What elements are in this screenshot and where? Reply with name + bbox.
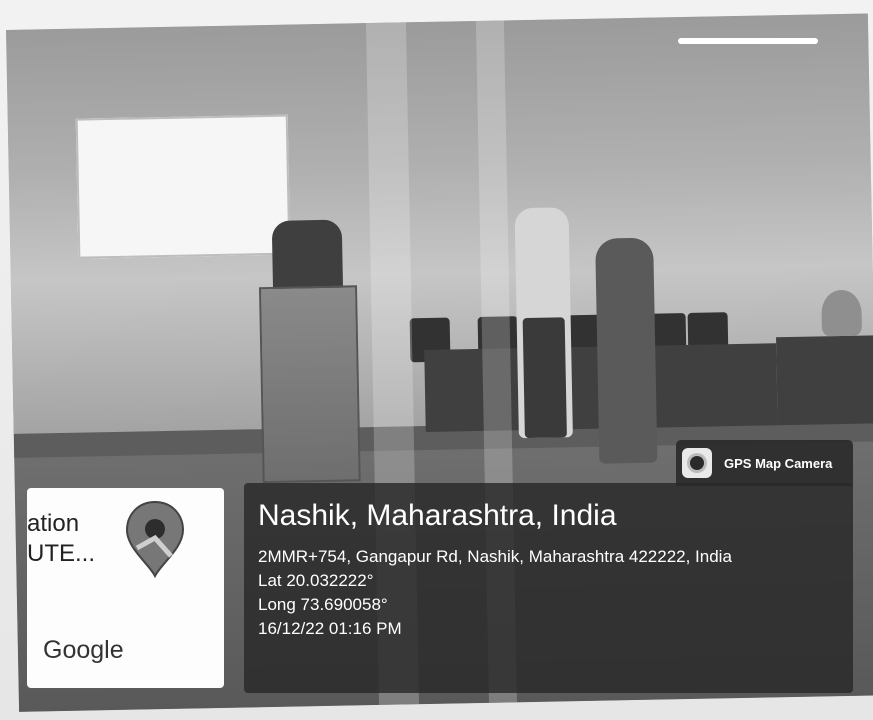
- map-thumbnail: ation UTE... Google: [27, 488, 224, 688]
- receiving-person: [595, 237, 658, 464]
- google-logo: Google: [43, 636, 124, 664]
- camera-icon: [682, 448, 712, 478]
- location-title: Nashik, Maharashtra, India: [258, 499, 617, 532]
- speaker-person: [271, 219, 344, 295]
- latitude-line: Lat 20.032222°: [258, 571, 374, 590]
- presenting-person: [514, 207, 573, 439]
- map-pin-icon: [125, 500, 185, 579]
- gps-map-camera-badge: GPS Map Camera: [676, 440, 853, 486]
- map-text-line: UTE...: [27, 540, 96, 567]
- ceiling-light: [678, 38, 818, 44]
- map-text-line: ation: [27, 510, 80, 537]
- badge-label: GPS Map Camera: [724, 455, 833, 471]
- podium: [258, 285, 361, 484]
- longitude-line: Long 73.690058°: [258, 595, 388, 614]
- location-info-panel: Nashik, Maharashtra, India 2MMR+754, Gan…: [244, 483, 853, 693]
- address-line: 2MMR+754, Gangapur Rd, Nashik, Maharasht…: [258, 547, 732, 566]
- side-table: [776, 335, 873, 426]
- projector-screen: [75, 114, 291, 259]
- flower-vase: [821, 289, 863, 337]
- datetime-line: 16/12/22 01:16 PM: [258, 619, 402, 638]
